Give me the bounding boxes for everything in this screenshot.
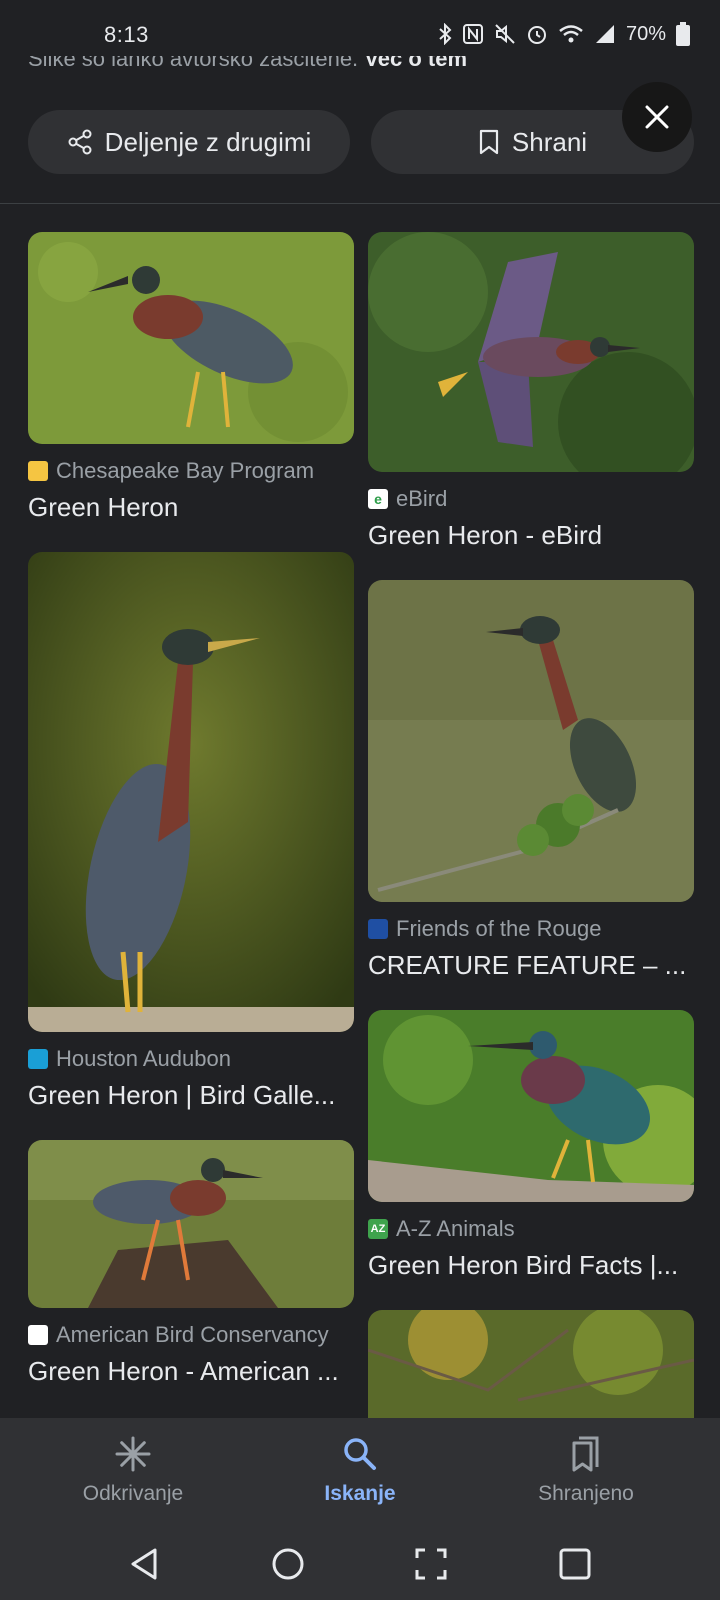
result-card[interactable]: American Bird Conservancy Green Heron - … (28, 1140, 354, 1388)
heron-image (28, 552, 354, 1032)
share-button[interactable]: Deljenje z drugimi (28, 110, 350, 174)
battery-icon (676, 22, 690, 46)
result-thumbnail[interactable] (368, 232, 694, 472)
image-results-grid: Chesapeake Bay Program Green Heron Houst… (0, 204, 720, 1418)
nav-discover-label: Odkrivanje (82, 1482, 184, 1505)
home-circle-icon (272, 1548, 304, 1580)
heron-image (28, 232, 354, 444)
system-navigation-bar (0, 1528, 720, 1600)
results-column-right: e eBird Green Heron - eBird Friends of t… (368, 232, 694, 1418)
nav-saved-label: Shranjeno (538, 1482, 634, 1505)
bookmark-icon (479, 129, 499, 155)
nav-search[interactable]: Iskanje (260, 1432, 460, 1506)
houston-audubon-favicon-icon (28, 1049, 48, 1069)
az-animals-favicon-icon: AZ (368, 1219, 388, 1239)
heron-image (368, 580, 694, 902)
share-icon (68, 129, 92, 155)
bottom-navigation: Odkrivanje Iskanje Shranjeno (0, 1418, 720, 1528)
result-source: Chesapeake Bay Program (28, 458, 354, 484)
result-source: Friends of the Rouge (368, 916, 694, 942)
recents-square-icon (559, 1548, 591, 1580)
notice-text: Slike so lahko avtorsko zaščitene. (28, 56, 359, 71)
chesapeake-favicon-icon (28, 461, 48, 481)
discover-asterisk-icon (115, 1436, 151, 1472)
status-icons: 70% (438, 22, 690, 46)
heron-image (368, 1010, 694, 1202)
back-button[interactable] (120, 1540, 168, 1588)
recents-button[interactable] (551, 1540, 599, 1588)
result-source: Houston Audubon (28, 1046, 354, 1072)
heron-image (368, 232, 694, 472)
result-thumbnail[interactable] (368, 580, 694, 902)
alarm-icon (527, 26, 546, 44)
result-title[interactable]: Green Heron | Bird Galle... (28, 1080, 354, 1112)
share-label: Deljenje z drugimi (104, 126, 312, 157)
status-time: 8:13 (104, 22, 149, 47)
mute-icon (495, 24, 515, 44)
wifi-icon (559, 25, 583, 43)
nfc-icon (462, 24, 483, 44)
result-thumbnail[interactable] (368, 1310, 694, 1418)
result-card[interactable]: Houston Audubon Green Heron | Bird Galle… (28, 552, 354, 1112)
search-icon (344, 1438, 376, 1470)
result-title[interactable]: CREATURE FEATURE – ... (368, 950, 694, 982)
result-title[interactable]: Green Heron - American ... (28, 1356, 354, 1388)
result-card[interactable]: e eBird Green Heron - eBird (368, 232, 694, 552)
battery-percentage: 70% (625, 22, 666, 45)
result-title[interactable]: Green Heron (28, 492, 354, 524)
result-title[interactable]: Green Heron Bird Facts |... (368, 1250, 694, 1282)
signal-icon (595, 25, 614, 43)
result-title[interactable]: Green Heron - eBird (368, 520, 694, 552)
fullscreen-corners-icon (415, 1548, 447, 1580)
result-source: AZ A-Z Animals (368, 1216, 694, 1242)
result-thumbnail[interactable] (28, 552, 354, 1032)
nav-search-label: Iskanje (324, 1482, 396, 1505)
result-card[interactable]: Friends of the Rouge CREATURE FEATURE – … (368, 580, 694, 982)
screenshot-button[interactable] (407, 1540, 455, 1588)
back-triangle-icon (131, 1548, 157, 1580)
bluetooth-icon (439, 23, 452, 45)
friends-of-rouge-favicon-icon (368, 919, 388, 939)
result-thumbnail[interactable] (368, 1010, 694, 1202)
copyright-notice: Slike so lahko avtorsko zaščitene. Več o… (0, 56, 720, 82)
heron-image (368, 1310, 694, 1418)
result-thumbnail[interactable] (28, 1140, 354, 1308)
home-button[interactable] (264, 1540, 312, 1588)
result-thumbnail[interactable] (28, 232, 354, 444)
result-source: American Bird Conservancy (28, 1322, 354, 1348)
saved-bookmarks-icon (572, 1436, 599, 1472)
result-card[interactable] (368, 1310, 694, 1418)
nav-discover[interactable]: Odkrivanje (33, 1432, 233, 1506)
result-source: e eBird (368, 486, 694, 512)
nav-saved[interactable]: Shranjeno (486, 1432, 686, 1506)
heron-image (28, 1140, 354, 1308)
result-card[interactable]: AZ A-Z Animals Green Heron Bird Facts |.… (368, 1010, 694, 1282)
action-row: Deljenje z drugimi Shrani (28, 110, 694, 174)
abc-favicon-icon (28, 1325, 48, 1345)
notice-link[interactable]: Več o tem (364, 56, 467, 71)
results-column-left: Chesapeake Bay Program Green Heron Houst… (28, 232, 354, 1416)
close-icon (645, 105, 669, 129)
ebird-favicon-icon: e (368, 489, 388, 509)
result-card[interactable]: Chesapeake Bay Program Green Heron (28, 232, 354, 524)
save-label: Shrani (511, 126, 588, 157)
close-button[interactable] (622, 82, 692, 152)
